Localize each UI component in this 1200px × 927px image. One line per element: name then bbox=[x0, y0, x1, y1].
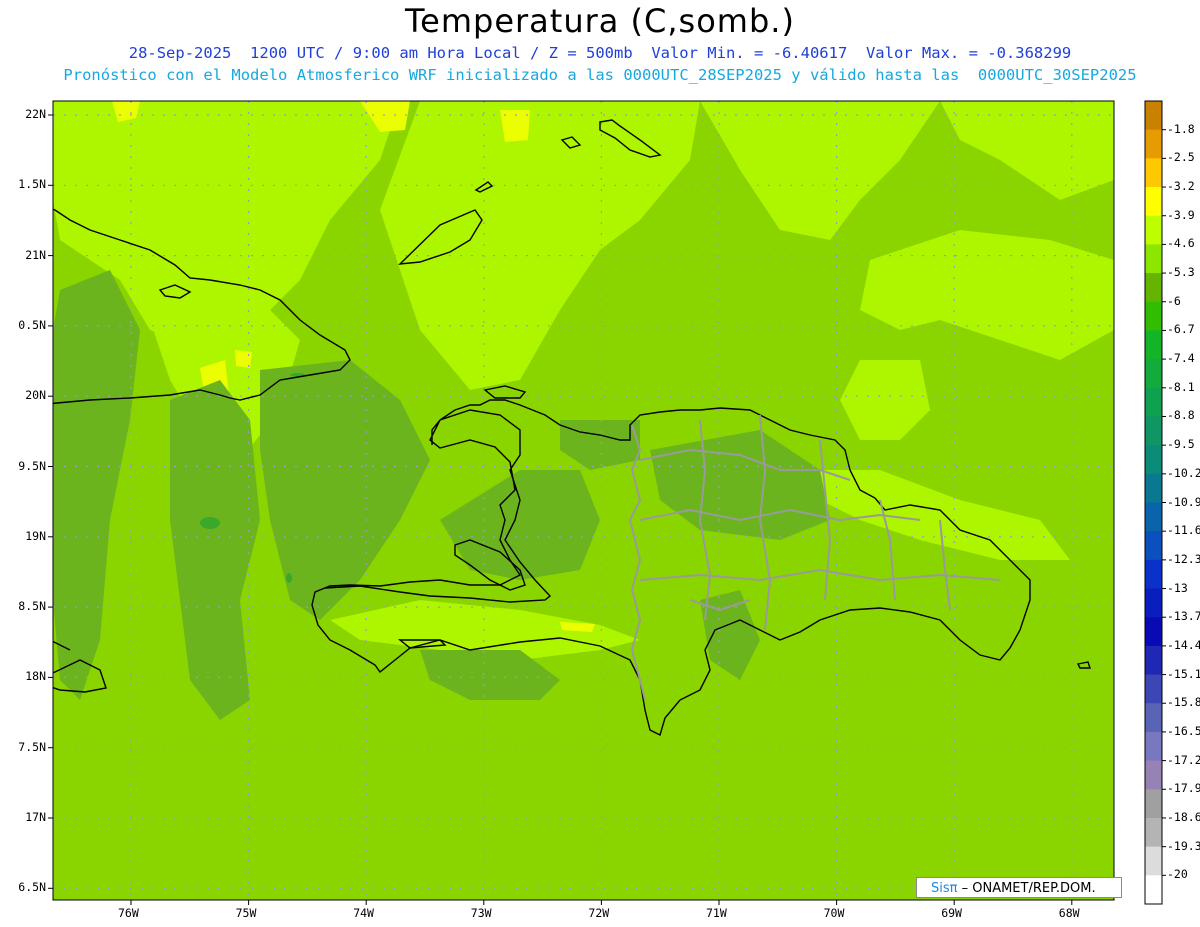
colorbar-segment bbox=[1145, 158, 1162, 188]
colorbar-segment bbox=[1145, 674, 1162, 704]
colorbar-segment bbox=[1145, 789, 1162, 819]
colorbar-label: -2.5 bbox=[1167, 150, 1195, 165]
colorbar-segment bbox=[1145, 531, 1162, 561]
colorbar-label: -10.2 bbox=[1167, 465, 1200, 480]
colorbar-label: -14.4 bbox=[1167, 637, 1200, 652]
colorbar-label: -3.9 bbox=[1167, 207, 1195, 222]
latitude-label: 6.5N bbox=[18, 880, 46, 895]
colorbar-label: -3.2 bbox=[1167, 179, 1195, 194]
credit-box: Sisπ – ONAMET/REP.DOM. bbox=[916, 877, 1122, 898]
longitude-label: 69W bbox=[941, 906, 962, 920]
colorbar-segment bbox=[1145, 416, 1162, 446]
longitude-label: 71W bbox=[706, 906, 727, 920]
colorbar-segment bbox=[1145, 502, 1162, 532]
longitude-label: 72W bbox=[588, 906, 610, 920]
colorbar-label: -4.6 bbox=[1167, 236, 1195, 251]
latitude-label: 21N bbox=[25, 247, 46, 262]
latitude-label: 19N bbox=[25, 528, 46, 543]
latitude-label: 9.5N bbox=[18, 458, 46, 473]
colorbar-label: -18.6 bbox=[1167, 809, 1200, 824]
longitude-label: 75W bbox=[235, 906, 257, 920]
longitude-label: 76W bbox=[118, 906, 139, 920]
credit-text: – ONAMET/REP.DOM. bbox=[957, 881, 1096, 896]
colorbar-label: -15.8 bbox=[1167, 695, 1200, 710]
colorbar-label: -6 bbox=[1167, 293, 1181, 308]
colorbar-segment bbox=[1145, 559, 1162, 590]
colorbar-segment bbox=[1145, 359, 1162, 389]
colorbar-label: -9.5 bbox=[1167, 437, 1195, 452]
colorbar-label: -1.8 bbox=[1167, 121, 1195, 136]
colorbar-label: -11.6 bbox=[1167, 523, 1200, 538]
colorbar-label: -10.9 bbox=[1167, 494, 1200, 509]
colorbar-label: -8.8 bbox=[1167, 408, 1195, 423]
sispi-logo: Sisπ bbox=[931, 881, 958, 896]
colorbar-label: -20 bbox=[1167, 867, 1188, 882]
longitude-label: 74W bbox=[353, 906, 374, 920]
colorbar-label: -13.7 bbox=[1167, 609, 1200, 624]
latitude-label: 20N bbox=[25, 388, 46, 403]
longitude-label: 68W bbox=[1058, 906, 1080, 920]
colorbar-segment bbox=[1145, 244, 1162, 274]
colorbar-segment bbox=[1145, 617, 1162, 647]
colorbar-segment bbox=[1145, 731, 1162, 762]
colorbar-label: -8.1 bbox=[1167, 379, 1195, 394]
colorbar-segment bbox=[1145, 129, 1162, 159]
colorbar bbox=[1144, 100, 1166, 905]
colorbar-segment bbox=[1145, 760, 1162, 790]
longitude-label: 70W bbox=[823, 906, 845, 920]
colorbar-segment bbox=[1145, 703, 1162, 733]
colorbar-segment bbox=[1145, 473, 1162, 503]
colorbar-label: -7.4 bbox=[1167, 351, 1195, 366]
colorbar-segment bbox=[1145, 301, 1162, 331]
colorbar-label: -17.9 bbox=[1167, 781, 1200, 796]
latitude-label: 8.5N bbox=[18, 599, 46, 614]
colorbar-label: -5.3 bbox=[1167, 265, 1195, 280]
colorbar-segment bbox=[1145, 817, 1162, 848]
colorbar-label: -16.5 bbox=[1167, 723, 1200, 738]
colorbar-label: -12.3 bbox=[1167, 551, 1200, 566]
colorbar-label: -17.2 bbox=[1167, 752, 1200, 767]
colorbar-segment bbox=[1145, 645, 1162, 676]
longitude-label: 73W bbox=[470, 906, 492, 920]
colorbar-label: -15.1 bbox=[1167, 666, 1200, 681]
colorbar-segment bbox=[1145, 187, 1162, 217]
colorbar-segment bbox=[1145, 330, 1162, 360]
latitude-label: 0.5N bbox=[18, 317, 46, 332]
colorbar-segment bbox=[1145, 215, 1162, 245]
colorbar-label: -13 bbox=[1167, 580, 1188, 595]
colorbar-segment bbox=[1145, 445, 1162, 475]
latitude-label: 17N bbox=[25, 810, 46, 824]
colorbar-segment bbox=[1145, 387, 1162, 417]
latitude-label: 7.5N bbox=[18, 739, 46, 754]
colorbar-label: -19.3 bbox=[1167, 838, 1200, 853]
colorbar-segment bbox=[1145, 273, 1162, 303]
colorbar-label: -6.7 bbox=[1167, 322, 1195, 337]
colorbar-segment bbox=[1145, 101, 1162, 131]
latitude-label: 18N bbox=[25, 669, 46, 684]
colorbar-segment bbox=[1145, 846, 1162, 876]
latitude-label: 22N bbox=[25, 107, 46, 121]
temperature-map bbox=[48, 100, 1166, 905]
latitude-label: 1.5N bbox=[18, 177, 46, 192]
colorbar-segment bbox=[1145, 875, 1162, 905]
colorbar-segment bbox=[1145, 588, 1162, 618]
